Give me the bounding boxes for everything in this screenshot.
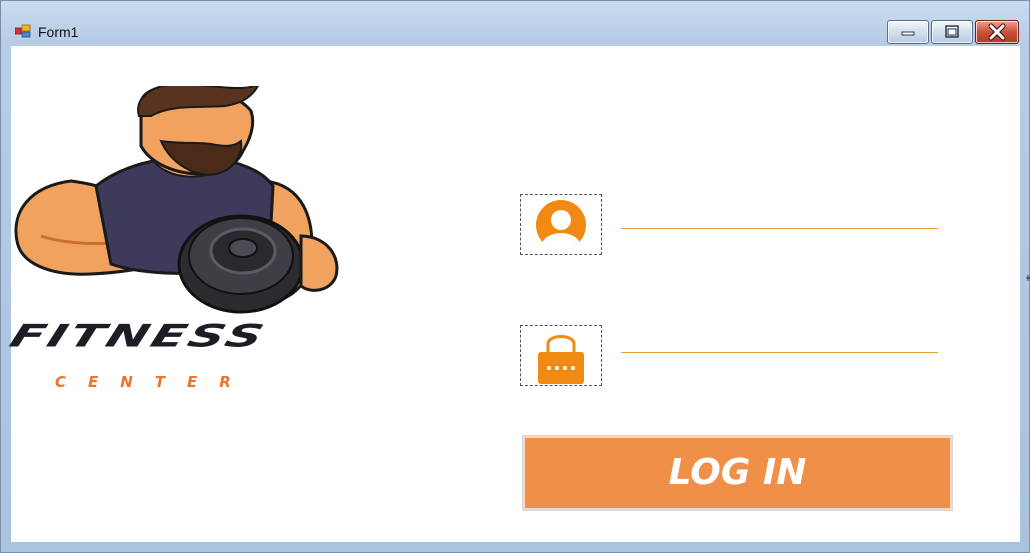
logo-subtitle: CENTER: [55, 373, 253, 391]
resize-grip-icon[interactable]: [1026, 274, 1030, 282]
maximize-icon: [945, 25, 959, 38]
form-client-area: FITNESS CENTER LOG IN: [5, 46, 1020, 542]
user-icon: [536, 200, 586, 250]
lock-icon: [538, 335, 584, 384]
close-icon: [988, 23, 1006, 41]
minimize-button[interactable]: [887, 20, 929, 44]
logo-title: FITNESS: [5, 318, 272, 354]
login-button[interactable]: LOG IN: [523, 436, 952, 510]
app-icon[interactable]: [14, 24, 31, 38]
app-window: Form1 FITNESS CENTER LOG IN: [0, 0, 1030, 553]
minimize-icon: [901, 31, 915, 36]
fitness-man-illustration: [11, 81, 351, 316]
close-button[interactable]: [975, 20, 1019, 44]
username-input[interactable]: [621, 206, 938, 229]
user-icon-box: [520, 194, 602, 255]
maximize-button[interactable]: [931, 20, 973, 44]
title-bar[interactable]: Form1: [1, 1, 1029, 45]
password-input[interactable]: [621, 330, 938, 353]
window-title: Form1: [38, 24, 79, 40]
lock-icon-box: [520, 325, 602, 386]
